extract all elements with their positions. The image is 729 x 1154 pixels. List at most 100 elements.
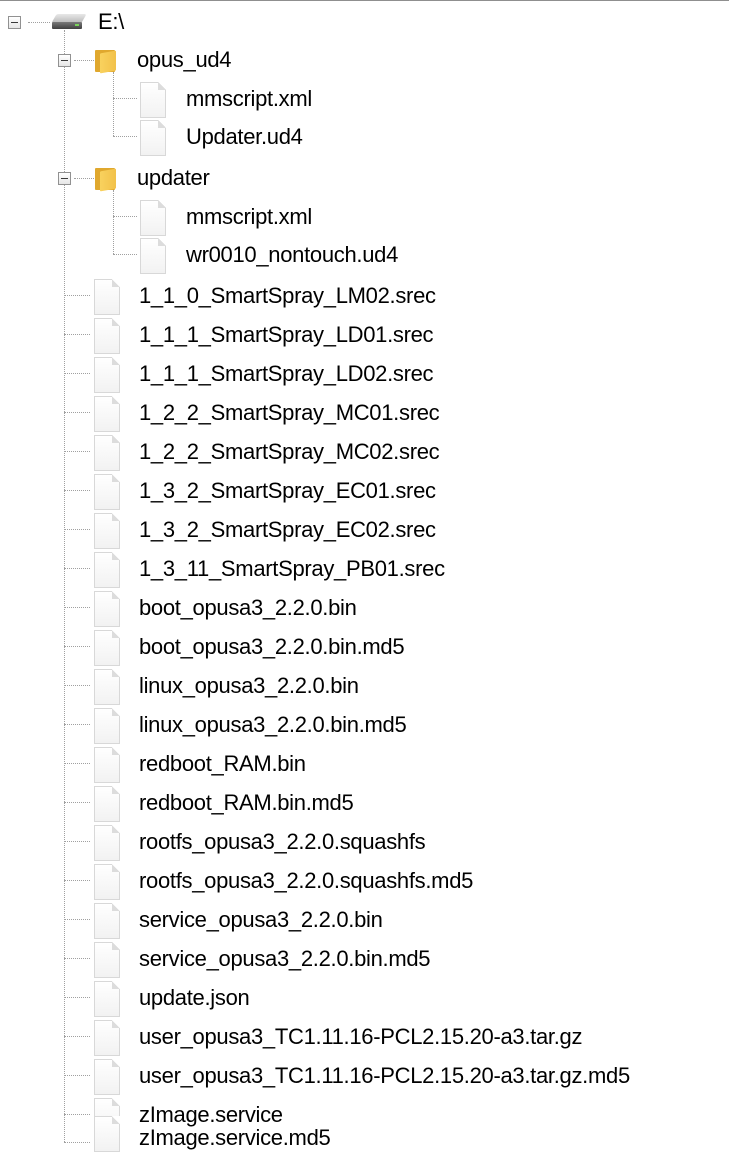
file-label: 1_2_2_SmartSpray_MC01.srec bbox=[139, 400, 440, 425]
tree-node-folder[interactable]: opus_ud4 bbox=[0, 41, 729, 80]
file-label: user_opusa3_TC1.11.16-PCL2.15.20-a3.tar.… bbox=[139, 1063, 630, 1088]
collapse-root-icon[interactable] bbox=[8, 16, 21, 29]
child-connector bbox=[64, 607, 90, 608]
file-label: zImage.service.md5 bbox=[139, 1125, 331, 1150]
tree-node-file[interactable]: redboot_RAM.bin bbox=[0, 745, 729, 784]
file-icon bbox=[94, 357, 120, 393]
tree-node-file[interactable]: zImage.service.md5 bbox=[0, 1112, 729, 1152]
file-label: 1_3_2_SmartSpray_EC02.srec bbox=[139, 517, 436, 542]
child-connector bbox=[64, 1075, 90, 1076]
file-icon bbox=[94, 630, 120, 666]
tree-node-folder[interactable]: updater bbox=[0, 159, 729, 198]
file-label: rootfs_opusa3_2.2.0.squashfs.md5 bbox=[139, 868, 474, 893]
file-label: linux_opusa3_2.2.0.bin.md5 bbox=[139, 712, 407, 737]
file-icon bbox=[94, 396, 120, 432]
file-icon bbox=[94, 474, 120, 510]
child-connector bbox=[64, 958, 90, 959]
collapse-folder-icon[interactable] bbox=[58, 54, 71, 67]
file-label: 1_1_1_SmartSpray_LD02.srec bbox=[139, 361, 434, 386]
file-label: boot_opusa3_2.2.0.bin.md5 bbox=[139, 634, 405, 659]
file-icon bbox=[94, 747, 120, 783]
tree-node-file[interactable]: 1_2_2_SmartSpray_MC02.srec bbox=[0, 433, 729, 472]
folder-icon bbox=[95, 48, 117, 74]
collapse-folder-icon[interactable] bbox=[58, 172, 71, 185]
file-icon bbox=[94, 552, 120, 588]
file-icon bbox=[94, 786, 120, 822]
tree-node-file[interactable]: rootfs_opusa3_2.2.0.squashfs bbox=[0, 823, 729, 862]
child-connector bbox=[64, 451, 90, 452]
tree-node-file[interactable]: 1_3_2_SmartSpray_EC02.srec bbox=[0, 511, 729, 550]
tree-node-file[interactable]: mmscript.xml bbox=[0, 80, 729, 119]
tree-node-file[interactable]: user_opusa3_TC1.11.16-PCL2.15.20-a3.tar.… bbox=[0, 1018, 729, 1057]
tree-node-file[interactable]: linux_opusa3_2.2.0.bin.md5 bbox=[0, 706, 729, 745]
child-connector bbox=[64, 685, 90, 686]
file-label: Updater.ud4 bbox=[186, 124, 303, 149]
file-label: 1_3_11_SmartSpray_PB01.srec bbox=[139, 556, 445, 581]
tree-node-file[interactable]: boot_opusa3_2.2.0.bin.md5 bbox=[0, 628, 729, 667]
child-connector bbox=[64, 490, 90, 491]
file-icon bbox=[94, 318, 120, 354]
tree-node-file[interactable]: mmscript.xml bbox=[0, 198, 729, 237]
drive-icon bbox=[51, 12, 87, 32]
tree-node-file[interactable]: 1_1_1_SmartSpray_LD02.srec bbox=[0, 355, 729, 394]
file-icon bbox=[94, 825, 120, 861]
child-connector bbox=[64, 1142, 90, 1143]
file-icon bbox=[94, 1116, 120, 1152]
file-icon bbox=[94, 864, 120, 900]
child-connector bbox=[64, 529, 90, 530]
child-connector bbox=[64, 334, 90, 335]
tree-node-file[interactable]: boot_opusa3_2.2.0.bin bbox=[0, 589, 729, 628]
file-icon bbox=[94, 903, 120, 939]
file-label: boot_opusa3_2.2.0.bin bbox=[139, 595, 357, 620]
child-connector bbox=[64, 295, 90, 296]
tree-node-root[interactable]: E:\ bbox=[0, 3, 729, 42]
tree-node-file[interactable]: user_opusa3_TC1.11.16-PCL2.15.20-a3.tar.… bbox=[0, 1057, 729, 1096]
file-icon bbox=[94, 981, 120, 1017]
file-label: service_opusa3_2.2.0.bin.md5 bbox=[139, 946, 431, 971]
file-icon bbox=[94, 279, 120, 315]
child-connector bbox=[64, 841, 90, 842]
file-label: 1_1_1_SmartSpray_LD01.srec bbox=[139, 322, 434, 347]
child-connector bbox=[64, 802, 90, 803]
file-label: update.json bbox=[139, 985, 250, 1010]
tree-node-file[interactable]: 1_3_2_SmartSpray_EC01.srec bbox=[0, 472, 729, 511]
file-label: wr0010_nontouch.ud4 bbox=[186, 242, 399, 267]
file-label: mmscript.xml bbox=[186, 86, 312, 111]
file-label: user_opusa3_TC1.11.16-PCL2.15.20-a3.tar.… bbox=[139, 1024, 583, 1049]
child-connector bbox=[64, 997, 90, 998]
tree-node-file[interactable]: 1_1_1_SmartSpray_LD01.srec bbox=[0, 316, 729, 355]
child-connector bbox=[64, 412, 90, 413]
file-label: 1_2_2_SmartSpray_MC02.srec bbox=[139, 439, 440, 464]
child-connector bbox=[64, 880, 90, 881]
tree-node-file[interactable]: service_opusa3_2.2.0.bin.md5 bbox=[0, 940, 729, 979]
folder-label: updater bbox=[137, 165, 210, 190]
child-connector bbox=[113, 216, 137, 217]
child-connector bbox=[113, 136, 137, 137]
file-icon bbox=[94, 513, 120, 549]
tree-node-file[interactable]: rootfs_opusa3_2.2.0.squashfs.md5 bbox=[0, 862, 729, 901]
tree-node-file[interactable]: wr0010_nontouch.ud4 bbox=[0, 236, 729, 275]
tree-node-file[interactable]: Updater.ud4 bbox=[0, 118, 729, 157]
file-tree: E:\ opus_ud4 mmscript.xml Updater.ud4 up… bbox=[0, 0, 729, 1152]
file-icon bbox=[94, 1059, 120, 1095]
child-connector bbox=[64, 1036, 90, 1037]
tree-node-file[interactable]: update.json bbox=[0, 979, 729, 1018]
tree-node-file[interactable]: linux_opusa3_2.2.0.bin bbox=[0, 667, 729, 706]
child-connector bbox=[113, 98, 137, 99]
file-icon bbox=[140, 120, 166, 156]
tree-node-file[interactable]: service_opusa3_2.2.0.bin bbox=[0, 901, 729, 940]
file-label: linux_opusa3_2.2.0.bin bbox=[139, 673, 359, 698]
tree-node-file[interactable]: 1_2_2_SmartSpray_MC01.srec bbox=[0, 394, 729, 433]
file-icon bbox=[140, 200, 166, 236]
tree-node-file[interactable]: redboot_RAM.bin.md5 bbox=[0, 784, 729, 823]
folder-label: opus_ud4 bbox=[137, 47, 232, 72]
file-icon bbox=[94, 669, 120, 705]
tree-node-file[interactable]: 1_1_0_SmartSpray_LM02.srec bbox=[0, 277, 729, 316]
file-label: 1_3_2_SmartSpray_EC01.srec bbox=[139, 478, 436, 503]
child-connector bbox=[64, 568, 90, 569]
file-icon bbox=[94, 708, 120, 744]
file-label: mmscript.xml bbox=[186, 204, 312, 229]
tree-node-file[interactable]: 1_3_11_SmartSpray_PB01.srec bbox=[0, 550, 729, 589]
file-label: 1_1_0_SmartSpray_LM02.srec bbox=[139, 283, 436, 308]
file-icon bbox=[140, 238, 166, 274]
